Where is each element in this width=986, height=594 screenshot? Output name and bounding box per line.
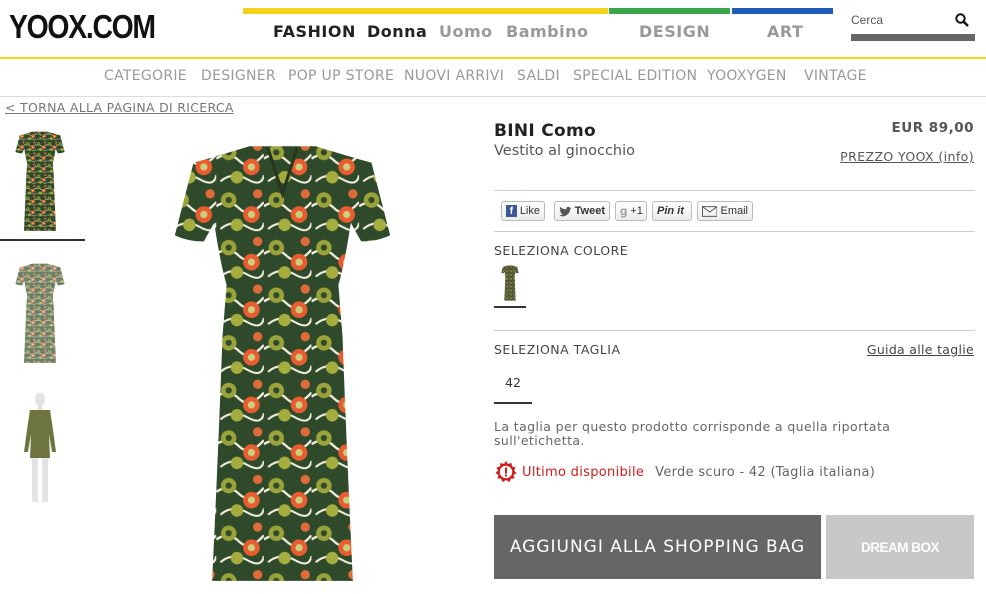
art-bar (732, 8, 833, 14)
color-swatch-selected[interactable] (494, 262, 526, 308)
email-icon (702, 205, 718, 217)
divider (494, 231, 975, 232)
facebook-like-button[interactable]: f Like (501, 201, 545, 221)
product-price: EUR 89,00 (891, 120, 974, 136)
price-info-link[interactable]: PREZZO YOOX (info) (840, 149, 974, 164)
nav-donna[interactable]: Donna (367, 22, 427, 41)
cat-saldi[interactable]: SALDI (517, 68, 560, 84)
search-input[interactable]: Cerca (851, 13, 883, 27)
facebook-icon: f (506, 205, 517, 217)
thumbnail-back[interactable] (0, 258, 85, 368)
availability-status: Ultimo disponibile Verde scuro - 42 (Tag… (494, 460, 875, 484)
fashion-bar (243, 8, 608, 14)
email-share-button[interactable]: Email (697, 201, 753, 221)
model-thumbnail-image (24, 392, 56, 502)
select-color-label: SELEZIONA COLORE (494, 243, 629, 258)
nav-art[interactable]: ART (767, 22, 803, 41)
divider (494, 190, 975, 191)
cat-designer[interactable]: DESIGNER (201, 68, 276, 84)
alert-icon (495, 461, 517, 482)
cat-yooxygen[interactable]: YOOXYGEN (707, 68, 787, 84)
dress-thumbnail-image (14, 128, 66, 234)
search-box[interactable]: Cerca (851, 10, 975, 42)
availability-label: Ultimo disponibile (522, 464, 645, 480)
dress-thumbnail-image (14, 260, 66, 366)
cat-categorie[interactable]: CATEGORIE (104, 68, 187, 84)
product-main-image[interactable] (160, 140, 405, 585)
google-plus-icon: g (620, 204, 628, 218)
add-to-shopping-bag-button[interactable]: AGGIUNGI ALLA SHOPPING BAG (494, 515, 821, 579)
size-option[interactable]: 42 (494, 371, 532, 404)
search-underline (851, 34, 975, 41)
search-icon[interactable] (955, 13, 969, 27)
category-divider (0, 96, 986, 97)
twitter-tweet-button[interactable]: Tweet (554, 201, 610, 221)
nav-design[interactable]: DESIGN (639, 22, 710, 41)
product-description: Vestito al ginocchio (494, 143, 635, 159)
color-swatch-image (499, 265, 521, 301)
availability-detail: Verde scuro - 42 (Taglia italiana) (655, 464, 876, 480)
cat-nuovi-arrivi[interactable]: NUOVI ARRIVI (404, 68, 504, 84)
cat-special-edition[interactable]: SPECIAL EDITION (573, 68, 697, 84)
size-guide-link[interactable]: Guida alle taglie (867, 342, 974, 357)
header-divider (0, 57, 986, 59)
top-nav: FASHION Donna Uomo Bambino DESIGN ART (243, 8, 833, 42)
product-brand: BINI Como (494, 121, 597, 141)
cat-pop-up-store[interactable]: POP UP STORE (288, 68, 394, 84)
dream-box-button[interactable]: DREAM BOX (826, 515, 974, 579)
size-note: La taglia per questo prodotto corrispond… (494, 419, 891, 448)
nav-fashion[interactable]: FASHION (273, 22, 356, 41)
google-plus-button[interactable]: g +1 (615, 201, 647, 221)
twitter-icon (559, 206, 572, 216)
select-size-label: SELEZIONA TAGLIA (494, 342, 621, 357)
nav-bambino[interactable]: Bambino (506, 22, 588, 41)
back-to-search-link[interactable]: < TORNA ALLA PAGINA DI RICERCA (5, 100, 234, 115)
thumbnail-model[interactable] (0, 390, 85, 508)
cat-vintage[interactable]: VINTAGE (804, 68, 867, 84)
yoox-logo[interactable]: YOOX.COM (9, 8, 156, 46)
thumbnail-front[interactable] (0, 124, 85, 241)
divider (494, 330, 975, 331)
nav-uomo[interactable]: Uomo (439, 22, 493, 41)
category-nav: CATEGORIE DESIGNER POP UP STORE NUOVI AR… (0, 68, 986, 88)
design-bar (609, 8, 730, 14)
pinterest-button[interactable]: Pin it (652, 201, 692, 221)
